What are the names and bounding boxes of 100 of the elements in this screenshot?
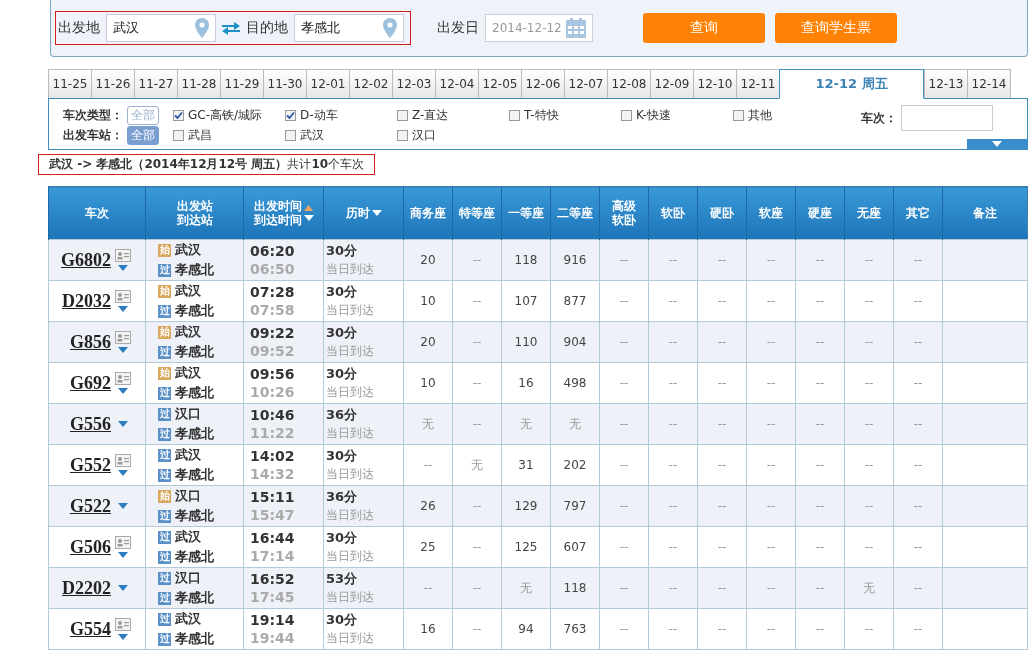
- dropdown-arrow-icon[interactable]: [118, 585, 128, 591]
- date-tab[interactable]: 12-14: [967, 69, 1011, 98]
- column-header: 硬座: [795, 186, 845, 240]
- date-tab[interactable]: 12-09: [650, 69, 694, 98]
- id-card-icon[interactable]: [115, 290, 131, 303]
- date-tab[interactable]: 12-05: [478, 69, 522, 98]
- dropdown-arrow-icon[interactable]: [118, 552, 128, 558]
- station-badge: 过: [158, 632, 171, 646]
- column-header[interactable]: 出发时间 到达时间: [243, 186, 324, 240]
- date-tab[interactable]: 11-25: [48, 69, 92, 98]
- date-tab[interactable]: 11-28: [177, 69, 221, 98]
- date-label: 出发日: [437, 19, 479, 37]
- date-tab[interactable]: 12-07: [564, 69, 608, 98]
- calendar-icon[interactable]: [566, 18, 586, 38]
- seat-count: --: [472, 540, 482, 554]
- dropdown-arrow-icon[interactable]: [118, 265, 128, 271]
- sort-down-icon[interactable]: [303, 215, 314, 221]
- seat-count: --: [668, 417, 678, 431]
- seat-count: --: [619, 622, 629, 636]
- date-tab[interactable]: 11-27: [134, 69, 178, 98]
- sort-down-icon[interactable]: [371, 210, 382, 216]
- checkbox[interactable]: [733, 109, 744, 121]
- date-tab[interactable]: 12-06: [521, 69, 565, 98]
- date-tab[interactable]: 12-10: [693, 69, 737, 98]
- date-tab[interactable]: 12-08: [607, 69, 651, 98]
- arrival-day: 当日到达: [326, 260, 374, 278]
- swap-arrows-icon[interactable]: [222, 20, 240, 36]
- checkbox[interactable]: [285, 109, 296, 121]
- dropdown-arrow-icon[interactable]: [118, 388, 128, 394]
- date-tab[interactable]: 12-03: [392, 69, 436, 98]
- departure-time: 19:14: [250, 611, 295, 629]
- checkbox[interactable]: [509, 109, 520, 121]
- seat-count: --: [913, 294, 923, 308]
- train-number-field[interactable]: [901, 105, 993, 131]
- date-tab[interactable]: 12-11: [736, 69, 780, 98]
- sort-up-icon[interactable]: [303, 205, 313, 211]
- dropdown-arrow-icon[interactable]: [118, 421, 128, 427]
- seat-count: 10: [420, 294, 436, 308]
- destination-field[interactable]: 孝感北: [294, 14, 404, 42]
- id-card-icon[interactable]: [115, 331, 131, 344]
- date-tab[interactable]: 12-13: [924, 69, 968, 98]
- seat-count: --: [619, 335, 629, 349]
- seat-count: --: [766, 376, 776, 390]
- id-card-icon[interactable]: [115, 618, 131, 631]
- dropdown-arrow-icon[interactable]: [118, 634, 128, 640]
- date-tab[interactable]: 11-29: [220, 69, 264, 98]
- checkbox[interactable]: [285, 129, 296, 141]
- departure-station: 汉口: [175, 569, 201, 587]
- seat-count: --: [717, 540, 727, 554]
- duration: 30分: [326, 242, 358, 260]
- checkbox[interactable]: [173, 109, 184, 121]
- column-header: 无座: [844, 186, 894, 240]
- dropdown-arrow-icon[interactable]: [118, 470, 128, 476]
- origin-field[interactable]: 武汉: [106, 14, 216, 42]
- checkbox[interactable]: [621, 109, 632, 121]
- date-tab[interactable]: 12-02: [349, 69, 393, 98]
- seat-count: --: [913, 376, 923, 390]
- id-card-icon[interactable]: [115, 372, 131, 385]
- column-header[interactable]: 历时: [323, 186, 404, 240]
- checkbox[interactable]: [397, 129, 408, 141]
- duration: 30分: [326, 365, 358, 383]
- checkbox[interactable]: [397, 109, 408, 121]
- column-header: 软卧: [648, 186, 698, 240]
- id-card-icon[interactable]: [115, 249, 131, 262]
- seat-count: --: [913, 499, 923, 513]
- seat-count: --: [815, 499, 825, 513]
- seat-count: 20: [420, 253, 436, 267]
- arrival-day: 当日到达: [326, 301, 374, 319]
- seat-count: --: [619, 540, 629, 554]
- expand-button[interactable]: [967, 139, 1027, 149]
- id-card-icon[interactable]: [115, 454, 131, 467]
- seat-count: 607: [563, 540, 587, 554]
- seat-count: --: [668, 540, 678, 554]
- train-number-label: 车次：: [861, 109, 897, 127]
- date-tab[interactable]: 12-01: [306, 69, 350, 98]
- arrival-time: 06:50: [250, 260, 295, 278]
- dropdown-arrow-icon[interactable]: [118, 347, 128, 353]
- station-badge: 过: [158, 448, 171, 462]
- seat-count: 无: [520, 416, 532, 431]
- arrival-station: 孝感北: [175, 630, 214, 648]
- seat-count: --: [472, 294, 482, 308]
- seat-count: 25: [420, 540, 436, 554]
- date-tab[interactable]: 12-12 周五: [779, 69, 924, 99]
- seat-count: --: [766, 622, 776, 636]
- station-badge: 过: [158, 263, 171, 277]
- seat-count: --: [864, 622, 874, 636]
- date-tab[interactable]: 12-04: [435, 69, 479, 98]
- seat-count: 904: [563, 335, 587, 349]
- departure-station: 武汉: [175, 610, 201, 628]
- seat-count: --: [472, 581, 482, 595]
- location-pin-icon: [195, 18, 209, 38]
- dropdown-arrow-icon[interactable]: [118, 503, 128, 509]
- departure-station: 武汉: [175, 364, 201, 382]
- arrival-time: 07:58: [250, 301, 295, 319]
- date-tab[interactable]: 11-30: [263, 69, 307, 98]
- id-card-icon[interactable]: [115, 536, 131, 549]
- checkbox[interactable]: [173, 129, 184, 141]
- dropdown-arrow-icon[interactable]: [118, 306, 128, 312]
- date-tab[interactable]: 11-26: [91, 69, 135, 98]
- seat-count: --: [815, 253, 825, 267]
